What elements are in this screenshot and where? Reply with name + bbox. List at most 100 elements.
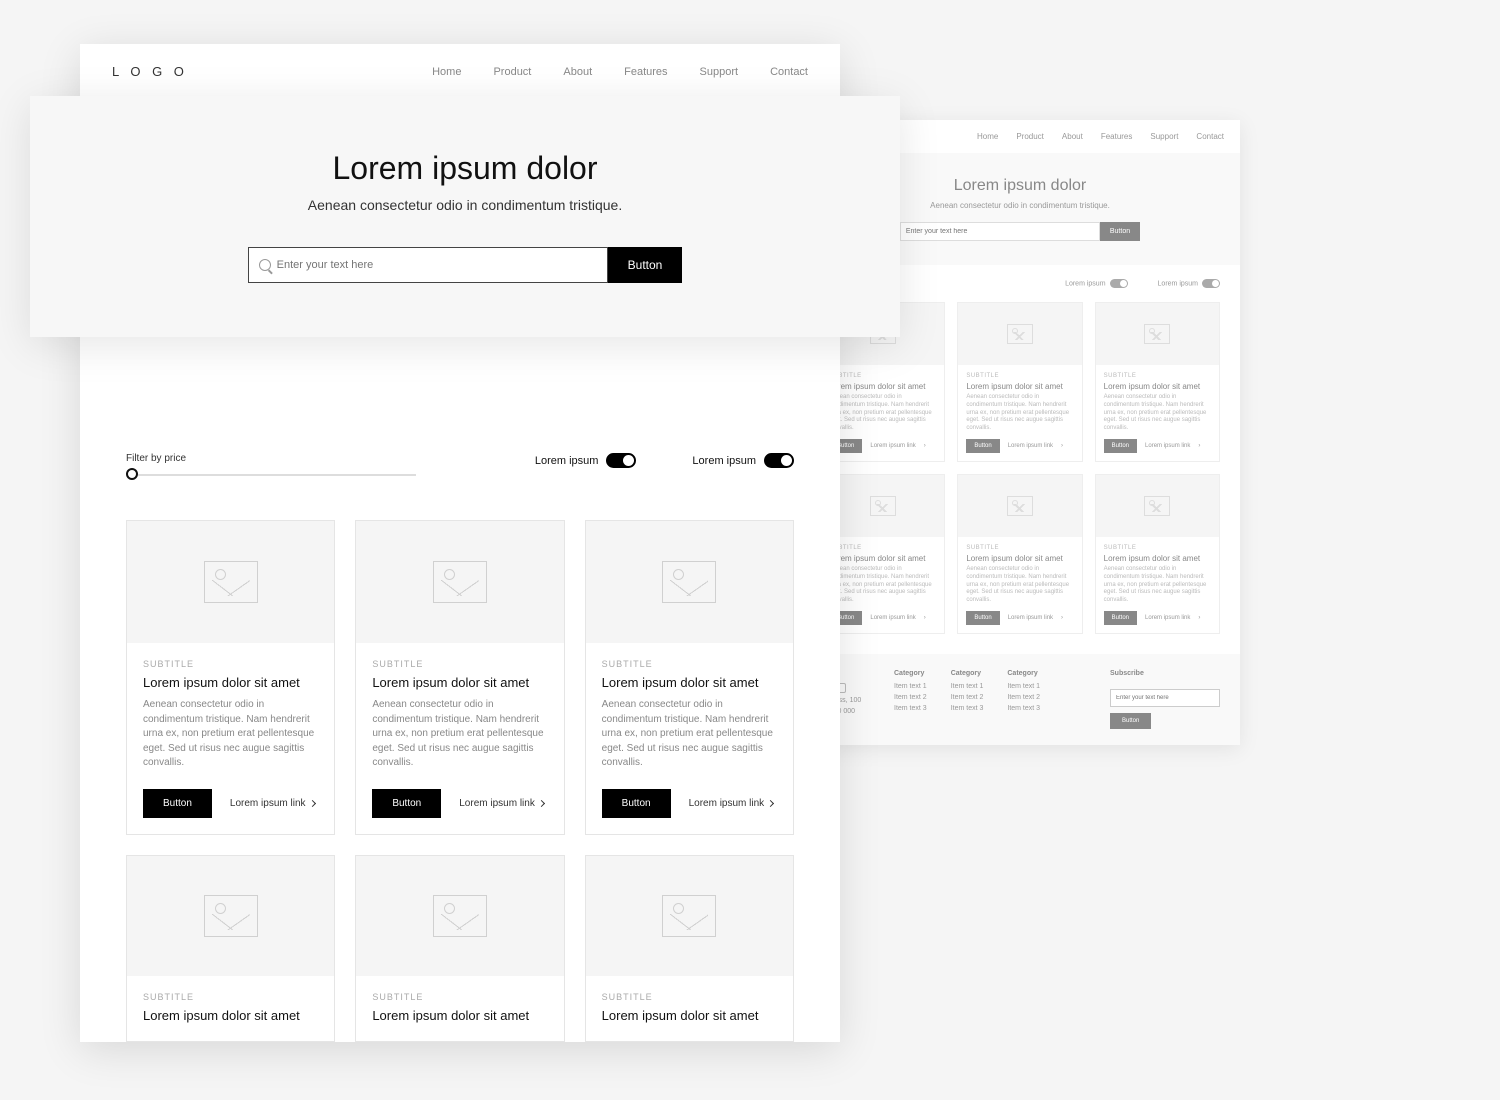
image-placeholder-icon bbox=[204, 561, 258, 603]
bg-footer-link[interactable]: Item text 2 bbox=[894, 694, 927, 701]
bg-footer-heading: Category bbox=[951, 670, 984, 677]
bg-card-desc: Aenean consectetur odio in condimentum t… bbox=[829, 394, 936, 433]
bg-footer-link[interactable]: Item text 3 bbox=[1007, 705, 1040, 712]
price-slider[interactable] bbox=[126, 474, 416, 476]
bg-card-link[interactable]: Lorem ipsum link bbox=[1008, 615, 1053, 621]
toggle-group: Lorem ipsum Lorem ipsum bbox=[535, 453, 794, 468]
bg-card: SUBTITLELorem ipsum dolor sit ametAenean… bbox=[957, 474, 1082, 634]
bg-toggle[interactable] bbox=[1202, 279, 1220, 288]
bg-nav-item[interactable]: Home bbox=[977, 132, 998, 141]
bg-footer-heading: Category bbox=[894, 670, 927, 677]
bg-footer-link[interactable]: Item text 1 bbox=[1007, 683, 1040, 690]
nav: Home Product About Features Support Cont… bbox=[432, 66, 808, 78]
bg-toggle-label: Lorem ipsum bbox=[1158, 280, 1198, 287]
bg-card-link[interactable]: Lorem ipsum link bbox=[1008, 443, 1053, 449]
bg-card-title: Lorem ipsum dolor sit amet bbox=[966, 554, 1073, 563]
nav-item-features[interactable]: Features bbox=[624, 66, 667, 78]
card-description: Aenean consectetur odio in condimentum t… bbox=[372, 698, 547, 771]
nav-item-home[interactable]: Home bbox=[432, 66, 461, 78]
card-button[interactable]: Button bbox=[372, 789, 441, 818]
bg-subscribe-input[interactable] bbox=[1110, 689, 1220, 707]
hero-title: Lorem ipsum dolor bbox=[90, 150, 840, 187]
filter-label: Filter by price bbox=[126, 453, 416, 464]
card-button[interactable]: Button bbox=[143, 789, 212, 818]
product-card: SUBTITLE Lorem ipsum dolor sit amet Aene… bbox=[126, 520, 335, 835]
bg-nav-item[interactable]: Features bbox=[1101, 132, 1133, 141]
card-title: Lorem ipsum dolor sit amet bbox=[372, 1008, 547, 1023]
toggle-b[interactable] bbox=[764, 453, 794, 468]
card-image bbox=[127, 521, 334, 643]
card-subtitle: SUBTITLE bbox=[372, 659, 547, 669]
bg-card-subtitle: SUBTITLE bbox=[966, 545, 1073, 551]
nav-item-product[interactable]: Product bbox=[493, 66, 531, 78]
slider-handle[interactable] bbox=[126, 468, 138, 480]
bg-card-link[interactable]: Lorem ipsum link bbox=[870, 615, 915, 621]
search-box bbox=[248, 247, 608, 283]
card-link[interactable]: Lorem ipsum link bbox=[459, 798, 544, 809]
chevron-right-icon bbox=[538, 799, 545, 806]
bg-card-button[interactable]: Button bbox=[966, 611, 999, 625]
card-link[interactable]: Lorem ipsum link bbox=[689, 798, 774, 809]
bg-nav-item[interactable]: About bbox=[1062, 132, 1083, 141]
bg-card-desc: Aenean consectetur odio in condimentum t… bbox=[1104, 566, 1211, 605]
card-image bbox=[586, 521, 793, 643]
card-title: Lorem ipsum dolor sit amet bbox=[372, 675, 547, 690]
search-button[interactable]: Button bbox=[608, 247, 683, 283]
bg-card-button[interactable]: Button bbox=[1104, 439, 1137, 453]
bg-card-button[interactable]: Button bbox=[1104, 611, 1137, 625]
bg-footer-link[interactable]: Item text 2 bbox=[1007, 694, 1040, 701]
card-subtitle: SUBTITLE bbox=[143, 659, 318, 669]
bg-search-button[interactable]: Button bbox=[1100, 222, 1140, 241]
bg-card-link[interactable]: Lorem ipsum link bbox=[1145, 443, 1190, 449]
toggle-b-label: Lorem ipsum bbox=[692, 455, 756, 467]
product-card: SUBTITLE Lorem ipsum dolor sit amet bbox=[126, 855, 335, 1042]
logo[interactable]: L O G O bbox=[112, 64, 188, 79]
bg-footer-link[interactable]: Item text 3 bbox=[951, 705, 984, 712]
bg-nav-item[interactable]: Product bbox=[1016, 132, 1044, 141]
search-input[interactable] bbox=[271, 249, 597, 281]
bg-footer-link[interactable]: Item text 1 bbox=[894, 683, 927, 690]
card-image bbox=[127, 856, 334, 976]
bg-grid: SUBTITLE Lorem ipsum dolor sit amet Aenean… bbox=[800, 302, 1240, 654]
card-link[interactable]: Lorem ipsum link bbox=[230, 798, 315, 809]
image-placeholder-icon bbox=[1007, 324, 1033, 344]
bg-card: SUBTITLELorem ipsum dolor sit ametAenean… bbox=[957, 302, 1082, 462]
product-grid: SUBTITLE Lorem ipsum dolor sit amet Aene… bbox=[80, 476, 840, 1042]
bg-card-subtitle: SUBTITLE bbox=[966, 373, 1073, 379]
card-description: Aenean consectetur odio in condimentum t… bbox=[602, 698, 777, 771]
nav-item-about[interactable]: About bbox=[563, 66, 592, 78]
bg-nav-item[interactable]: Support bbox=[1150, 132, 1178, 141]
bg-card-subtitle: SUBTITLE bbox=[1104, 545, 1211, 551]
bg-footer: SITE Address, 100 00 000 000 Category It… bbox=[800, 654, 1240, 745]
bg-subscribe-heading: Subscribe bbox=[1110, 670, 1220, 677]
image-placeholder-icon bbox=[1007, 496, 1033, 516]
bg-card-button[interactable]: Button bbox=[966, 439, 999, 453]
nav-item-contact[interactable]: Contact bbox=[770, 66, 808, 78]
bg-toggle-label: Lorem ipsum bbox=[1065, 280, 1105, 287]
chevron-right-icon bbox=[767, 799, 774, 806]
card-description: Aenean consectetur odio in condimentum t… bbox=[143, 698, 318, 771]
search-icon bbox=[259, 259, 271, 271]
image-placeholder-icon bbox=[433, 895, 487, 937]
bg-card-link[interactable]: Lorem ipsum link bbox=[870, 443, 915, 449]
image-placeholder-icon bbox=[662, 561, 716, 603]
bg-footer-link[interactable]: Item text 2 bbox=[951, 694, 984, 701]
toggle-a[interactable] bbox=[606, 453, 636, 468]
card-button[interactable]: Button bbox=[602, 789, 671, 818]
card-image bbox=[356, 521, 563, 643]
nav-item-support[interactable]: Support bbox=[700, 66, 739, 78]
bg-nav-item[interactable]: Contact bbox=[1196, 132, 1224, 141]
image-placeholder-icon bbox=[204, 895, 258, 937]
bg-subscribe-button[interactable]: Button bbox=[1110, 713, 1151, 729]
card-subtitle: SUBTITLE bbox=[372, 992, 547, 1002]
card-subtitle: SUBTITLE bbox=[143, 992, 318, 1002]
bg-search-input[interactable] bbox=[900, 222, 1100, 241]
bg-footer-link[interactable]: Item text 1 bbox=[951, 683, 984, 690]
bg-footer-link[interactable]: Item text 3 bbox=[894, 705, 927, 712]
product-card: SUBTITLE Lorem ipsum dolor sit amet bbox=[355, 855, 564, 1042]
bg-toggle[interactable] bbox=[1110, 279, 1128, 288]
bg-card-link[interactable]: Lorem ipsum link bbox=[1145, 615, 1190, 621]
bg-card-title: Lorem ipsum dolor sit amet bbox=[1104, 382, 1211, 391]
card-title: Lorem ipsum dolor sit amet bbox=[143, 675, 318, 690]
card-subtitle: SUBTITLE bbox=[602, 992, 777, 1002]
